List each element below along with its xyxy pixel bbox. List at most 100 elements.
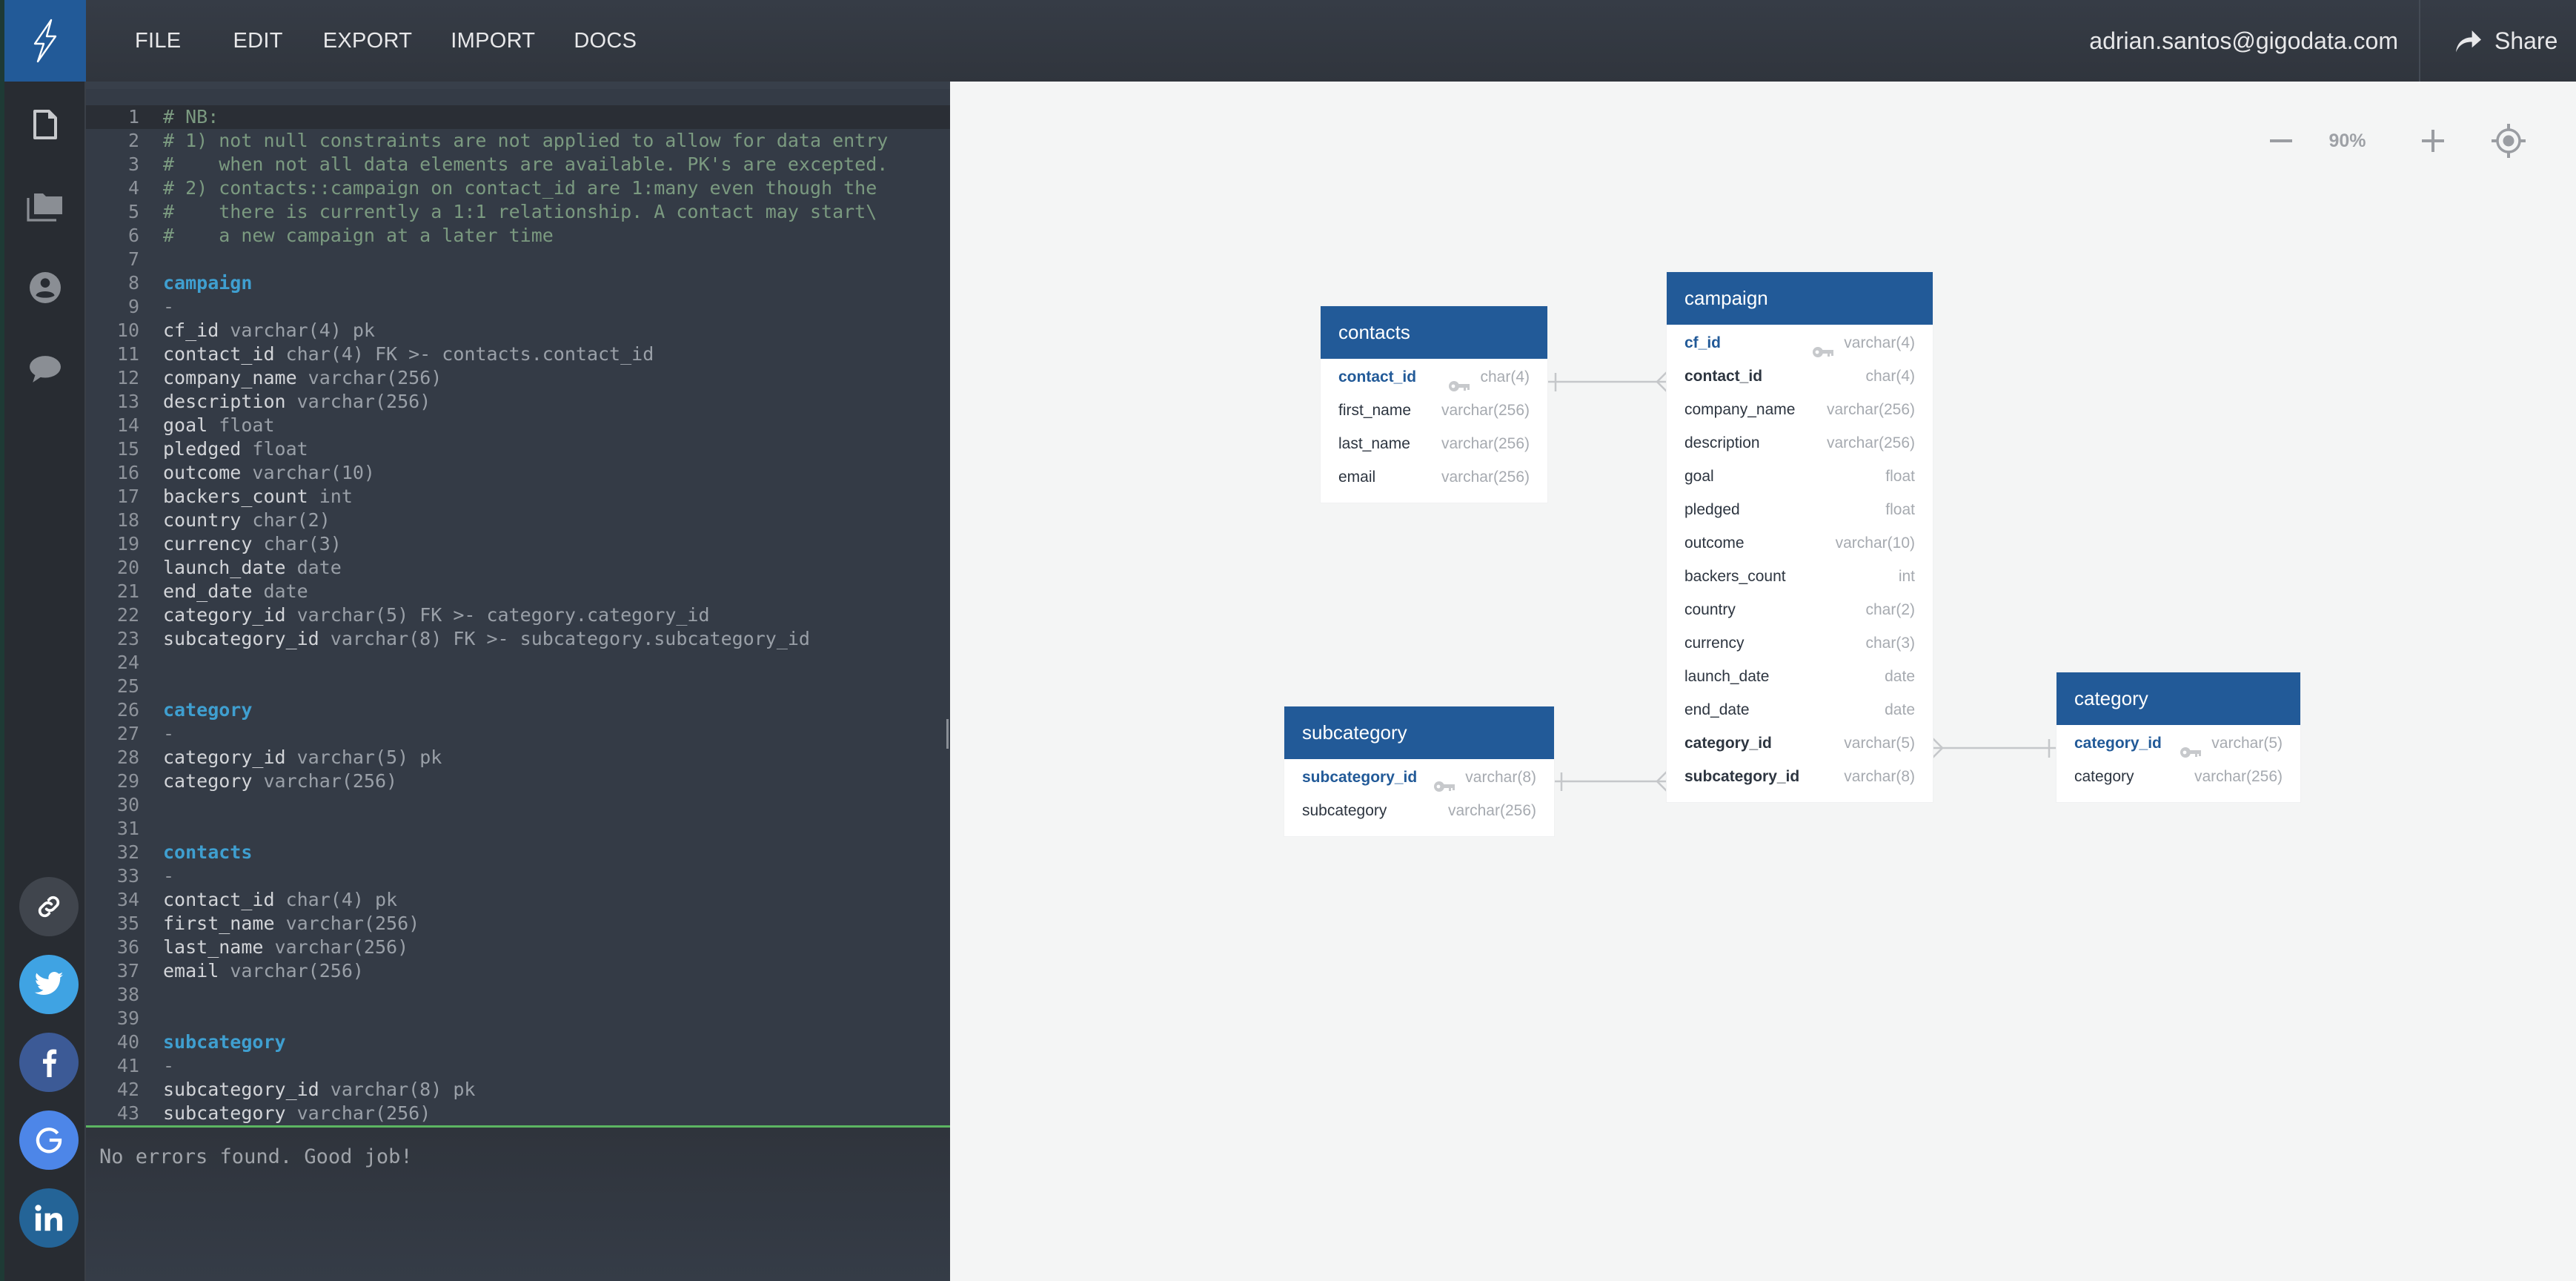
code-line[interactable]: 3 # when not all data elements are availa… [86,153,950,176]
folders-icon[interactable] [4,176,86,236]
code-line[interactable]: 27 - [86,722,950,746]
code-line[interactable]: 4 # 2) contacts::campaign on contact_id a… [86,176,950,200]
code-line[interactable]: 6 # a new campaign at a later time [86,224,950,248]
field-row[interactable]: email varchar(256) [1321,460,1547,494]
copy-link-button[interactable] [19,877,79,936]
code-line[interactable]: 8 campaign [86,271,950,295]
field-row[interactable]: description varchar(256) [1667,426,1933,460]
code-line[interactable]: 13 description varchar(256) [86,390,950,414]
field-row[interactable]: last_name varchar(256) [1321,427,1547,460]
table-title[interactable]: campaign [1667,272,1933,325]
table-title[interactable]: subcategory [1284,706,1554,759]
table-title[interactable]: category [2057,672,2300,725]
menu-docs[interactable]: DOCS [574,29,637,53]
code-line[interactable]: 14 goal float [86,414,950,437]
code-line[interactable]: 30 [86,793,950,817]
linkedin-share-button[interactable] [19,1188,79,1248]
field-name: subcategory [1302,802,1387,819]
facebook-icon [43,1049,57,1077]
app-logo[interactable] [4,0,86,82]
code-line[interactable]: 12 company_name varchar(256) [86,366,950,390]
field-row[interactable]: goal float [1667,460,1933,493]
code-line[interactable]: 31 [86,817,950,841]
menu-edit[interactable]: EDIT [233,29,282,53]
table-campaign[interactable]: campaign cf_id varchar(4) contact_id char(4… [1667,272,1933,802]
code-line[interactable]: 16 outcome varchar(10) [86,461,950,485]
token-name: contact_id [163,889,275,910]
code-line[interactable]: 32 contacts [86,841,950,864]
menu-file[interactable]: FILE [135,29,181,53]
menu-export[interactable]: EXPORT [323,29,413,53]
code-line[interactable]: 7 [86,248,950,271]
code-line[interactable]: 43 subcategory varchar(256) [86,1102,950,1125]
google-share-button[interactable] [19,1110,79,1170]
field-row[interactable]: launch_date date [1667,660,1933,693]
code-line[interactable]: 35 first_name varchar(256) [86,912,950,936]
code-line[interactable]: 17 backers_count int [86,485,950,509]
code-line[interactable]: 37 email varchar(256) [86,959,950,983]
code-line[interactable]: 34 contact_id char(4) pk [86,888,950,912]
document-icon[interactable] [4,95,86,154]
field-row[interactable]: pledged float [1667,493,1933,526]
code-line[interactable]: 36 last_name varchar(256) [86,936,950,959]
chat-icon[interactable] [4,340,86,399]
field-row[interactable]: subcategory_id varchar(8) [1667,760,1933,793]
code-line[interactable]: 26 category [86,698,950,722]
account-icon[interactable] [4,258,86,317]
editor-scrollbar[interactable] [946,719,949,749]
field-row[interactable]: subcategory varchar(256) [1284,794,1554,827]
code-line[interactable]: 1 # NB: [86,105,950,129]
table-subcategory[interactable]: subcategory subcategory_id varchar(8) subc… [1284,706,1554,836]
field-row[interactable]: country char(2) [1667,593,1933,626]
field-row[interactable]: company_name varchar(256) [1667,393,1933,426]
code-line[interactable]: 33 - [86,864,950,888]
table-contacts[interactable]: contacts contact_id char(4) first_name varc… [1321,306,1547,503]
code-line[interactable]: 2 # 1) not null constraints are not appli… [86,129,950,153]
table-title[interactable]: contacts [1321,306,1547,359]
code-line[interactable]: 24 [86,651,950,675]
twitter-share-button[interactable] [19,955,79,1014]
code-line[interactable]: 11 contact_id char(4) FK >- contacts.cont… [86,342,950,366]
share-button[interactable]: Share [2454,0,2557,82]
code-lines[interactable]: 1 # NB: 2 # 1) not null constraints are not… [86,105,950,1125]
code-line[interactable]: 22 category_id varchar(5) FK >- category.… [86,603,950,627]
code-line[interactable]: 20 launch_date date [86,556,950,580]
code-line[interactable]: 38 [86,983,950,1007]
code-line[interactable]: 41 - [86,1054,950,1078]
code-line[interactable]: 18 country char(2) [86,509,950,532]
user-email[interactable]: adrian.santos@gigodata.com [2089,0,2398,82]
facebook-share-button[interactable] [19,1033,79,1092]
field-row[interactable]: first_name varchar(256) [1321,394,1547,427]
code-line[interactable]: 10 cf_id varchar(4) pk [86,319,950,342]
field-row[interactable]: subcategory_id varchar(8) [1284,761,1554,794]
field-row[interactable]: backers_count int [1667,560,1933,593]
code-line[interactable]: 25 [86,675,950,698]
field-row[interactable]: contact_id char(4) [1667,360,1933,393]
status-message: No errors found. Good job! [99,1145,413,1168]
code-line[interactable]: 5 # there is currently a 1:1 relationship… [86,200,950,224]
code-line[interactable]: 39 [86,1007,950,1030]
field-row[interactable]: cf_id varchar(4) [1667,326,1933,360]
code-line[interactable]: 21 end_date date [86,580,950,603]
code-line[interactable]: 28 category_id varchar(5) pk [86,746,950,769]
code-line[interactable]: 42 subcategory_id varchar(8) pk [86,1078,950,1102]
center-view-button[interactable] [2486,119,2531,163]
field-row[interactable]: end_date date [1667,693,1933,726]
code-editor[interactable]: 1 # NB: 2 # 1) not null constraints are not… [86,82,950,1125]
table-category[interactable]: category category_id varchar(5) category va… [2057,672,2300,802]
code-line[interactable]: 9- [86,295,950,319]
code-line[interactable]: 29 category varchar(256) [86,769,950,793]
field-row[interactable]: category varchar(256) [2057,760,2300,793]
code-line[interactable]: 15 pledged float [86,437,950,461]
field-row[interactable]: category_id varchar(5) [1667,726,1933,760]
menu-import[interactable]: IMPORT [451,29,535,53]
field-row[interactable]: currency char(3) [1667,626,1933,660]
code-line[interactable]: 40 subcategory [86,1030,950,1054]
field-row[interactable]: category_id varchar(5) [2057,726,2300,760]
field-row[interactable]: contact_id char(4) [1321,360,1547,394]
zoom-in-button[interactable] [2412,119,2453,163]
field-row[interactable]: outcome varchar(10) [1667,526,1933,560]
zoom-out-button[interactable] [2260,119,2301,163]
code-line[interactable]: 19 currency char(3) [86,532,950,556]
code-line[interactable]: 23 subcategory_id varchar(8) FK >- subcat… [86,627,950,651]
